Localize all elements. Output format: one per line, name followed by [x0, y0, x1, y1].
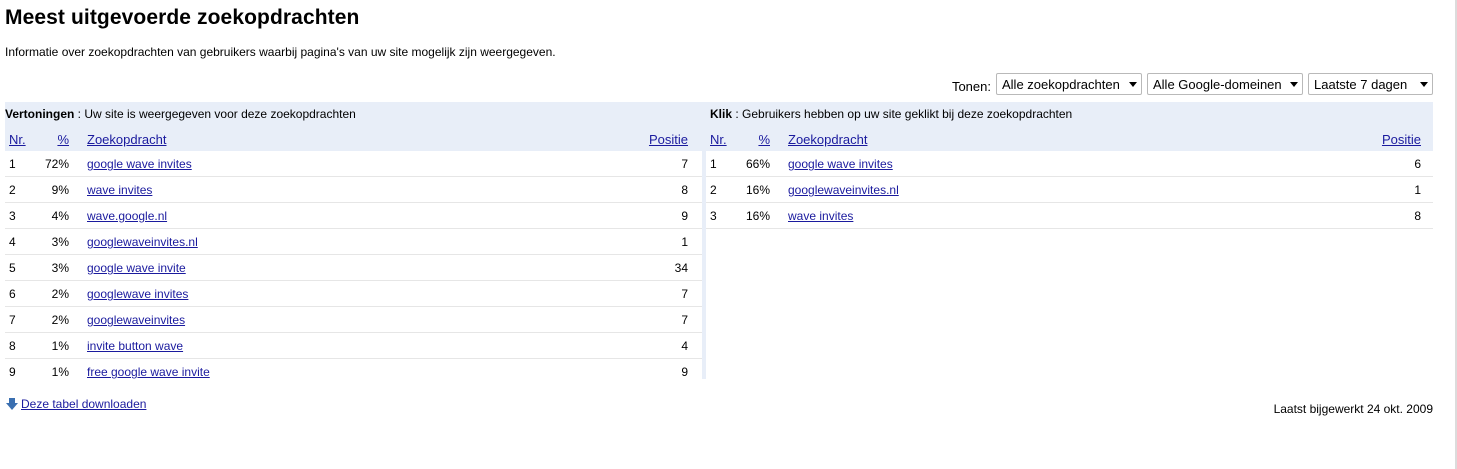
sort-position-link[interactable]: Positie [1382, 132, 1421, 147]
row-pct: 3% [51, 261, 69, 275]
clicks-title-rest: : Gebruikers hebben op uw site geklikt b… [732, 107, 1073, 121]
impressions-header: Vertoningen : Uw site is weergegeven voo… [5, 102, 702, 151]
download-table: Deze tabel downloaden [5, 397, 146, 411]
page-title: Meest uitgevoerde zoekopdrachten [5, 6, 360, 29]
row-position: 8 [1414, 209, 1421, 223]
table-row: 3 4% wave.google.nl 9 [5, 203, 702, 229]
query-link[interactable]: googlewaveinvites [87, 313, 185, 327]
period-value: Laatste 7 dagen [1314, 76, 1408, 92]
row-pct: 1% [51, 365, 69, 379]
table-row: 5 3% google wave invite 34 [5, 255, 702, 281]
row-position: 9 [681, 209, 688, 223]
table-row: 9 1% free google wave invite 9 [5, 359, 702, 384]
query-link[interactable]: googlewaveinvites.nl [788, 183, 899, 197]
query-link[interactable]: wave.google.nl [87, 209, 167, 223]
query-link[interactable]: invite button wave [87, 339, 183, 353]
query-link[interactable]: wave invites [87, 183, 152, 197]
table-row: 3 16% wave invites 8 [706, 203, 1433, 229]
impressions-title-rest: : Uw site is weergegeven voor deze zoeko… [74, 107, 356, 121]
row-pct: 2% [51, 287, 69, 301]
row-pct: 16% [745, 183, 770, 197]
sort-pct-link[interactable]: % [758, 132, 770, 147]
query-type-select[interactable]: Alle zoekopdrachten [996, 73, 1142, 95]
impressions-column-headers: Nr. % Zoekopdracht Positie [5, 132, 702, 150]
row-position: 4 [681, 339, 688, 353]
row-pct: 4% [51, 209, 69, 223]
row-pct: 3% [51, 235, 69, 249]
query-type-value: Alle zoekopdrachten [1002, 76, 1120, 92]
sort-query-link[interactable]: Zoekopdracht [788, 132, 868, 147]
row-pct: 2% [51, 313, 69, 327]
download-arrow-icon[interactable] [5, 397, 19, 411]
row-position: 7 [681, 313, 688, 327]
clicks-rows: 1 66% google wave invites 6 2 16% googlewavei… [706, 151, 1433, 229]
table-row: 4 3% googlewaveinvites.nl 1 [5, 229, 702, 255]
chevron-down-icon [1420, 81, 1428, 87]
period-select[interactable]: Laatste 7 dagen [1308, 73, 1433, 95]
row-pct: 66% [745, 157, 770, 171]
sort-query-link[interactable]: Zoekopdracht [87, 132, 167, 147]
sort-position-link[interactable]: Positie [649, 132, 688, 147]
row-position: 8 [681, 183, 688, 197]
row-pct: 72% [44, 157, 69, 171]
row-position: 7 [681, 157, 688, 171]
table-row: 2 9% wave invites 8 [5, 177, 702, 203]
table-row: 6 2% googlewave invites 7 [5, 281, 702, 307]
impressions-title-bold: Vertoningen [5, 107, 75, 121]
download-link[interactable]: Deze tabel downloaden [21, 397, 146, 411]
query-link[interactable]: wave invites [788, 209, 853, 223]
row-pct: 16% [745, 209, 770, 223]
row-pct: 9% [51, 183, 69, 197]
sort-pct-cell: % [9, 132, 69, 147]
query-link[interactable]: google wave invites [87, 157, 192, 171]
row-position: 7 [681, 287, 688, 301]
query-link[interactable]: google wave invite [87, 261, 186, 275]
sort-pct-cell: % [710, 132, 770, 147]
table-row: 8 1% invite button wave 4 [5, 333, 702, 359]
clicks-column-headers: Nr. % Zoekopdracht Positie [706, 132, 1433, 150]
clicks-title: Klik : Gebruikers hebben op uw site gekl… [710, 107, 1072, 121]
clicks-panel: Klik : Gebruikers hebben op uw site gekl… [706, 102, 1433, 229]
row-position: 6 [1414, 157, 1421, 171]
filter-bar: Tonen: Alle zoekopdrachten Alle Google-d… [952, 73, 1433, 95]
domain-value: Alle Google-domeinen [1153, 76, 1282, 92]
table-row: 7 2% googlewaveinvites 7 [5, 307, 702, 333]
domain-select[interactable]: Alle Google-domeinen [1147, 73, 1303, 95]
row-position: 1 [681, 235, 688, 249]
sort-pct-link[interactable]: % [57, 132, 69, 147]
row-position: 1 [1414, 183, 1421, 197]
query-link[interactable]: google wave invites [788, 157, 893, 171]
row-position: 9 [681, 365, 688, 379]
page-subtitle: Informatie over zoekopdrachten van gebru… [5, 45, 556, 59]
last-updated: Laatst bijgewerkt 24 okt. 2009 [1273, 402, 1433, 416]
query-link[interactable]: googlewave invites [87, 287, 188, 301]
table-row: 1 66% google wave invites 6 [706, 151, 1433, 177]
clicks-title-bold: Klik [710, 107, 733, 121]
filter-label: Tonen: [951, 78, 991, 94]
clicks-header: Klik : Gebruikers hebben op uw site gekl… [706, 102, 1433, 151]
impressions-rows: 1 72% google wave invites 7 2 9% wave invites… [5, 151, 702, 384]
row-position: 34 [674, 261, 688, 275]
row-pct: 1% [51, 339, 69, 353]
query-link[interactable]: googlewaveinvites.nl [87, 235, 198, 249]
chevron-down-icon [1290, 81, 1298, 87]
impressions-title: Vertoningen : Uw site is weergegeven voo… [5, 107, 356, 121]
table-row: 2 16% googlewaveinvites.nl 1 [706, 177, 1433, 203]
chevron-down-icon [1129, 81, 1137, 87]
table-row: 1 72% google wave invites 7 [5, 151, 702, 177]
impressions-panel: Vertoningen : Uw site is weergegeven voo… [5, 102, 702, 384]
query-link[interactable]: free google wave invite [87, 365, 210, 379]
